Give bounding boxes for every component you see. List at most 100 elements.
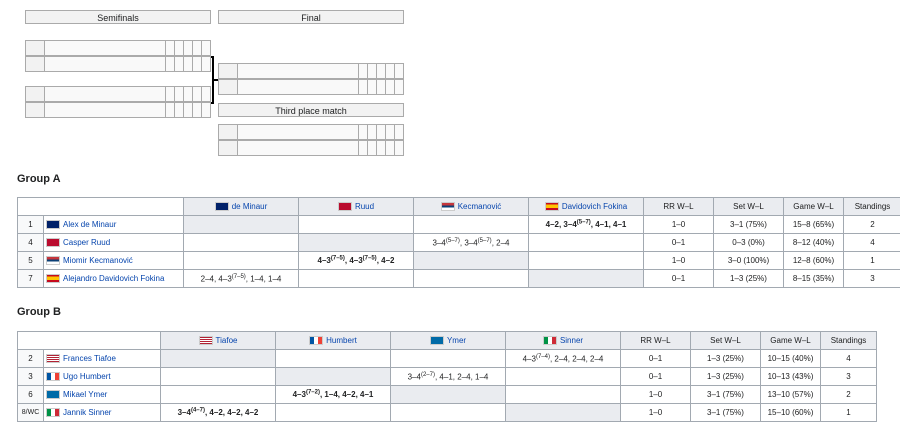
group-b-title: Group B	[17, 306, 61, 318]
ita-flag-icon	[46, 408, 60, 418]
game-cell: 13–10 (57%)	[760, 385, 821, 404]
score-cell: 4–3(7–2), 1–4, 4–2, 4–1	[275, 385, 391, 404]
group-a-title: Group A	[17, 173, 61, 185]
set-cell: 1–3 (25%)	[690, 349, 761, 368]
player-cell[interactable]: Jannik Sinner	[43, 403, 161, 422]
col-header-humbert[interactable]: Humbert	[275, 331, 391, 350]
usa-flag-icon	[198, 336, 213, 346]
seed-cell: 2	[17, 349, 44, 368]
semifinal-1-slot-1	[25, 40, 211, 56]
game-cell: 8–12 (40%)	[783, 233, 844, 252]
table-row: 7 Alejandro Davidovich Fokina 2–4, 4–3(7…	[17, 269, 900, 288]
set-cell: 0–3 (0%)	[713, 233, 784, 252]
game-cell: 10–13 (43%)	[760, 367, 821, 386]
seed-cell: 3	[17, 367, 44, 386]
rr-cell: 1–0	[620, 403, 691, 422]
set-cell: 1–3 (25%)	[713, 269, 784, 288]
esp-flag-icon	[544, 202, 559, 212]
rr-cell: 0–1	[620, 349, 691, 368]
standing-cell: 1	[820, 403, 877, 422]
self-cell	[390, 385, 506, 404]
score-cell	[413, 215, 529, 234]
seed-cell: 5	[17, 251, 44, 270]
col-header-rr: RR W–L	[643, 197, 714, 216]
nor-flag-icon	[46, 238, 60, 248]
score-cell	[390, 403, 506, 422]
score-cell: 3–4(5–7), 3–4(5–7), 2–4	[413, 233, 529, 252]
player-cell[interactable]: Miomir Kecmanović	[43, 251, 184, 270]
score-cell	[413, 269, 529, 288]
set-cell: 1–3 (25%)	[690, 367, 761, 386]
player-cell[interactable]: Alex de Minaur	[43, 215, 184, 234]
srb-flag-icon	[46, 256, 60, 266]
score-cell: 4–3(7–4), 2–4, 2–4, 2–4	[505, 349, 621, 368]
player-cell[interactable]: Casper Ruud	[43, 233, 184, 252]
group-a-table: de Minaur Ruud Kecmanović Davidovich Fok…	[17, 197, 900, 288]
col-header-ruud[interactable]: Ruud	[298, 197, 414, 216]
table-row: 1 Alex de Minaur 4–2, 3–4(5–7), 4–1, 4–1…	[17, 215, 900, 234]
seed-cell: 6	[17, 385, 44, 404]
third-place-slot-2	[218, 140, 404, 156]
self-cell	[413, 251, 529, 270]
table-row: 6 Mikael Ymer 4–3(7–2), 1–4, 4–2, 4–1 1–…	[17, 385, 877, 404]
score-cell	[505, 367, 621, 386]
score-cell	[298, 269, 414, 288]
final-slot-2	[218, 79, 404, 95]
col-header-sinner[interactable]: Sinner	[505, 331, 621, 350]
self-cell	[505, 403, 621, 422]
rr-cell: 1–0	[643, 215, 714, 234]
score-cell: 3–4(2–7), 4–1, 2–4, 1–4	[390, 367, 506, 386]
aus-flag-icon	[214, 202, 229, 212]
standing-cell: 4	[843, 233, 900, 252]
player-cell[interactable]: Alejandro Davidovich Fokina	[43, 269, 184, 288]
self-cell	[528, 269, 644, 288]
score-cell: 4–3(7–5), 4–3(7–5), 4–2	[298, 251, 414, 270]
fra-flag-icon	[46, 372, 60, 382]
col-header-set: Set W–L	[690, 331, 761, 350]
nor-flag-icon	[337, 202, 352, 212]
col-header-davidovich-fokina[interactable]: Davidovich Fokina	[528, 197, 644, 216]
usa-flag-icon	[46, 354, 60, 364]
col-header-ymer[interactable]: Ymer	[390, 331, 506, 350]
rr-cell: 0–1	[643, 233, 714, 252]
corner-cell	[17, 331, 161, 350]
col-header-standings: Standings	[820, 331, 877, 350]
table-row: 2 Frances Tiafoe 4–3(7–4), 2–4, 2–4, 2–4…	[17, 349, 877, 368]
seed-cell: 7	[17, 269, 44, 288]
self-cell	[183, 215, 299, 234]
set-cell: 3–0 (100%)	[713, 251, 784, 270]
game-cell: 10–15 (40%)	[760, 349, 821, 368]
score-cell	[183, 251, 299, 270]
score-cell	[183, 233, 299, 252]
score-cell	[275, 403, 391, 422]
score-cell	[298, 215, 414, 234]
col-header-kecmanovic[interactable]: Kecmanović	[413, 197, 529, 216]
rr-cell: 1–0	[620, 385, 691, 404]
semifinals-header: Semifinals	[25, 10, 211, 24]
player-cell[interactable]: Frances Tiafoe	[43, 349, 161, 368]
aus-flag-icon	[46, 220, 60, 230]
player-cell[interactable]: Mikael Ymer	[43, 385, 161, 404]
standing-cell: 3	[820, 367, 877, 386]
col-header-tiafoe[interactable]: Tiafoe	[160, 331, 276, 350]
col-header-standings: Standings	[843, 197, 900, 216]
col-header-game: Game W–L	[783, 197, 844, 216]
set-cell: 3–1 (75%)	[690, 403, 761, 422]
col-header-de-minaur[interactable]: de Minaur	[183, 197, 299, 216]
player-cell[interactable]: Ugo Humbert	[43, 367, 161, 386]
group-b-table: Tiafoe Humbert Ymer Sinner RR W–L Set W–…	[17, 331, 877, 422]
seed-cell: 4	[17, 233, 44, 252]
score-cell	[275, 349, 391, 368]
standing-cell: 2	[843, 215, 900, 234]
standing-cell: 4	[820, 349, 877, 368]
esp-flag-icon	[46, 274, 60, 284]
rr-cell: 0–1	[643, 269, 714, 288]
game-cell: 8–15 (35%)	[783, 269, 844, 288]
seed-cell: 8/WC	[17, 403, 44, 422]
set-cell: 3–1 (75%)	[713, 215, 784, 234]
final-header: Final	[218, 10, 404, 24]
standing-cell: 1	[843, 251, 900, 270]
third-place-slot-1	[218, 124, 404, 140]
table-row: 4 Casper Ruud 3–4(5–7), 3–4(5–7), 2–4 0–…	[17, 233, 900, 252]
self-cell	[160, 349, 276, 368]
